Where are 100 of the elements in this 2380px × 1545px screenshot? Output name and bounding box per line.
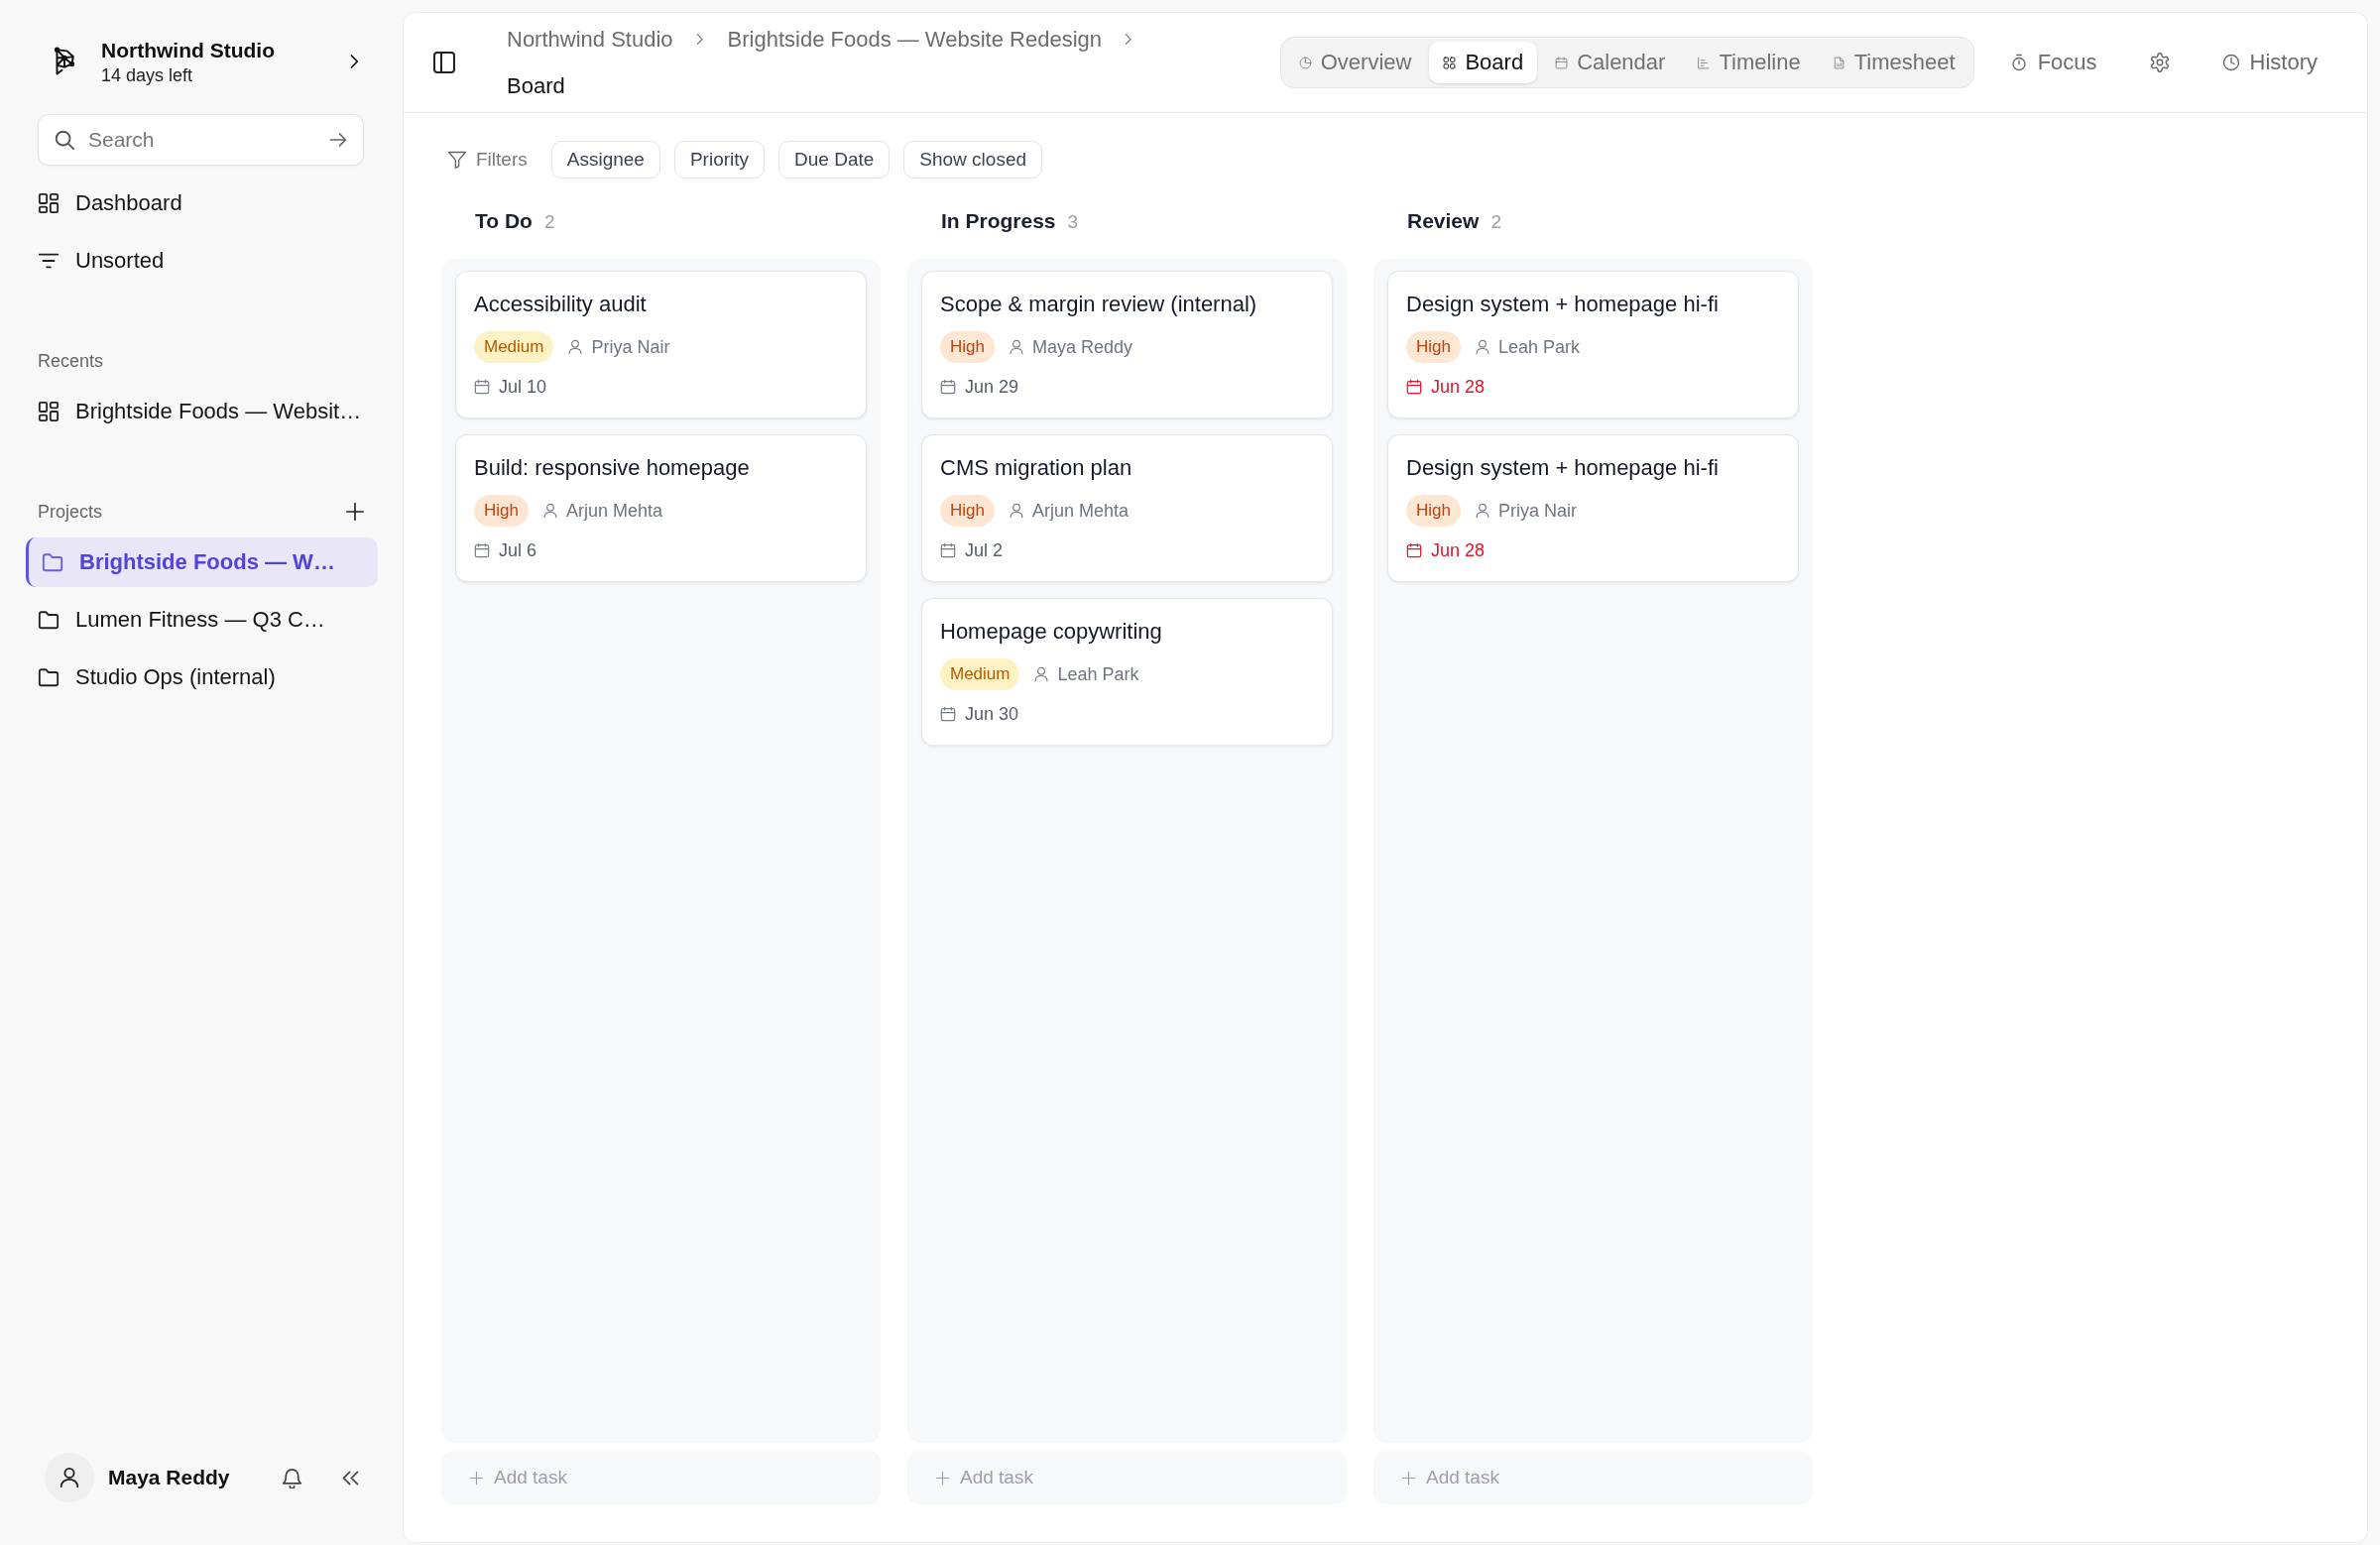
priority-badge: High (1406, 495, 1461, 527)
person-icon (1008, 503, 1024, 519)
nav-item[interactable]: Unsorted (26, 236, 378, 286)
assignee-name: Priya Nair (1497, 500, 1577, 522)
due-date: Jun 28 (1431, 539, 1486, 561)
person-icon (1474, 503, 1490, 519)
calendar-icon (474, 542, 490, 558)
task-card[interactable]: Homepage copywriting Medium Leah Park Jun 30 (921, 598, 1333, 746)
grid-icon (1443, 56, 1457, 69)
assignee-name: Arjun Mehta (565, 500, 663, 522)
column-title: Review (1407, 208, 1480, 234)
view-tab[interactable]: Timeline (1683, 42, 1815, 83)
task-card[interactable]: Scope & margin review (internal) High Maya Reddy Jun 29 (921, 271, 1333, 418)
stopwatch-icon (2009, 54, 2028, 71)
header-action-button[interactable]: History (2211, 42, 2327, 83)
recent-item[interactable]: Brightside Foods — Websit… (26, 387, 378, 436)
priority-badge: High (940, 495, 995, 527)
folder-icon (42, 551, 63, 573)
task-card[interactable]: Accessibility audit Medium Priya Nair Jul 10 (455, 271, 867, 418)
assignee-name: Maya Reddy (1031, 336, 1133, 358)
filters-button[interactable]: Filters (447, 149, 528, 171)
filter-chip[interactable]: Due Date (778, 141, 891, 178)
folder-icon (38, 609, 60, 631)
priority-badge: High (1406, 331, 1461, 363)
due-date: Jul 6 (499, 539, 537, 561)
task-title: Accessibility audit (474, 291, 647, 318)
column-count: 3 (1067, 211, 1079, 233)
priority-badge: High (474, 495, 529, 527)
column-title: In Progress (941, 208, 1056, 234)
assignee-name: Leah Park (1057, 663, 1139, 685)
project-item[interactable]: Brightside Foods — W… (26, 537, 378, 587)
layout-grid-icon (38, 401, 60, 422)
search-icon (54, 129, 75, 151)
task-card[interactable]: Build: responsive homepage High Arjun Mehta Jul 6 (455, 434, 867, 582)
breadcrumb-link[interactable]: Brightside Foods — Website Redesign (727, 26, 1102, 53)
filter-icon (447, 150, 467, 170)
trial-status: 14 days left (101, 63, 194, 87)
bell-icon[interactable] (281, 1467, 302, 1488)
breadcrumb-link[interactable]: Northwind Studio (507, 26, 673, 53)
column-count: 2 (543, 211, 555, 233)
header-action-button[interactable]: Focus (1999, 42, 2107, 83)
pie-chart-icon (1298, 56, 1312, 69)
settings-icon[interactable] (2148, 52, 2171, 73)
search-field[interactable]: Search (38, 114, 364, 166)
section-label: Projects (38, 501, 103, 523)
view-tab[interactable]: Calendar (1541, 42, 1680, 83)
priority-badge: Medium (940, 658, 1020, 690)
person-icon (1474, 339, 1490, 355)
filter-chip[interactable]: Show closed (903, 141, 1043, 178)
task-card[interactable]: Design system + homepage hi-fi High Leah Park Jun 28 (1387, 271, 1799, 418)
due-date: Jun 28 (1431, 376, 1486, 398)
task-card[interactable]: Design system + homepage hi-fi High Priya Nair Jun 28 (1387, 434, 1799, 582)
due-date: Jun 29 (965, 376, 1019, 398)
view-tab[interactable]: Overview (1284, 42, 1426, 83)
person-icon (1033, 666, 1050, 682)
priority-badge: Medium (474, 331, 554, 363)
folder-icon (38, 666, 60, 688)
task-title: Design system + homepage hi-fi (1406, 291, 1719, 318)
calendar-icon (1555, 56, 1569, 69)
layout-grid-icon (38, 192, 60, 214)
calendar-icon (940, 542, 956, 558)
due-date: Jul 2 (965, 539, 1004, 561)
avatar-icon[interactable] (45, 1453, 94, 1502)
view-tab[interactable]: Timesheet (1818, 42, 1969, 83)
plus-icon[interactable] (345, 502, 365, 522)
due-date: Jul 10 (499, 376, 547, 398)
project-item[interactable]: Lumen Fitness — Q3 C… (26, 595, 378, 645)
view-tab[interactable]: Board (1429, 42, 1538, 83)
task-title: CMS migration plan (940, 454, 1132, 482)
calendar-icon (1406, 379, 1422, 395)
section-label: Recents (38, 350, 104, 372)
project-item[interactable]: Studio Ops (internal) (26, 653, 378, 702)
person-icon (1008, 339, 1024, 355)
calendar-icon (474, 379, 490, 395)
plus-icon (469, 1470, 484, 1486)
priority-badge: High (940, 331, 995, 363)
chart-lines-icon (1697, 56, 1711, 69)
nav-item[interactable]: Dashboard (26, 178, 378, 228)
task-title: Design system + homepage hi-fi (1406, 454, 1719, 482)
task-title: Scope & margin review (internal) (940, 291, 1257, 318)
filter-chip[interactable]: Priority (673, 141, 766, 178)
column-count: 2 (1490, 211, 1501, 233)
sidebar-toggle-icon[interactable] (432, 51, 456, 74)
plus-icon (1401, 1470, 1416, 1486)
assignee-name: Priya Nair (591, 336, 670, 358)
filter-chip[interactable]: Assignee (550, 141, 660, 178)
calendar-icon (940, 379, 956, 395)
plus-icon (935, 1470, 950, 1486)
calendar-icon (940, 706, 956, 722)
clock-icon (2221, 54, 2240, 71)
task-title: Build: responsive homepage (474, 454, 750, 482)
assignee-name: Leah Park (1497, 336, 1581, 358)
column-title: To Do (475, 208, 533, 234)
calendar-icon (1406, 542, 1422, 558)
document-icon (1832, 56, 1845, 69)
page-title: Board (507, 71, 565, 100)
task-card[interactable]: CMS migration plan High Arjun Mehta Jul 2 (921, 434, 1333, 582)
user-name: Maya Reddy (108, 1466, 230, 1489)
arrow-right-icon[interactable] (328, 130, 348, 150)
due-date: Jun 30 (965, 703, 1019, 725)
